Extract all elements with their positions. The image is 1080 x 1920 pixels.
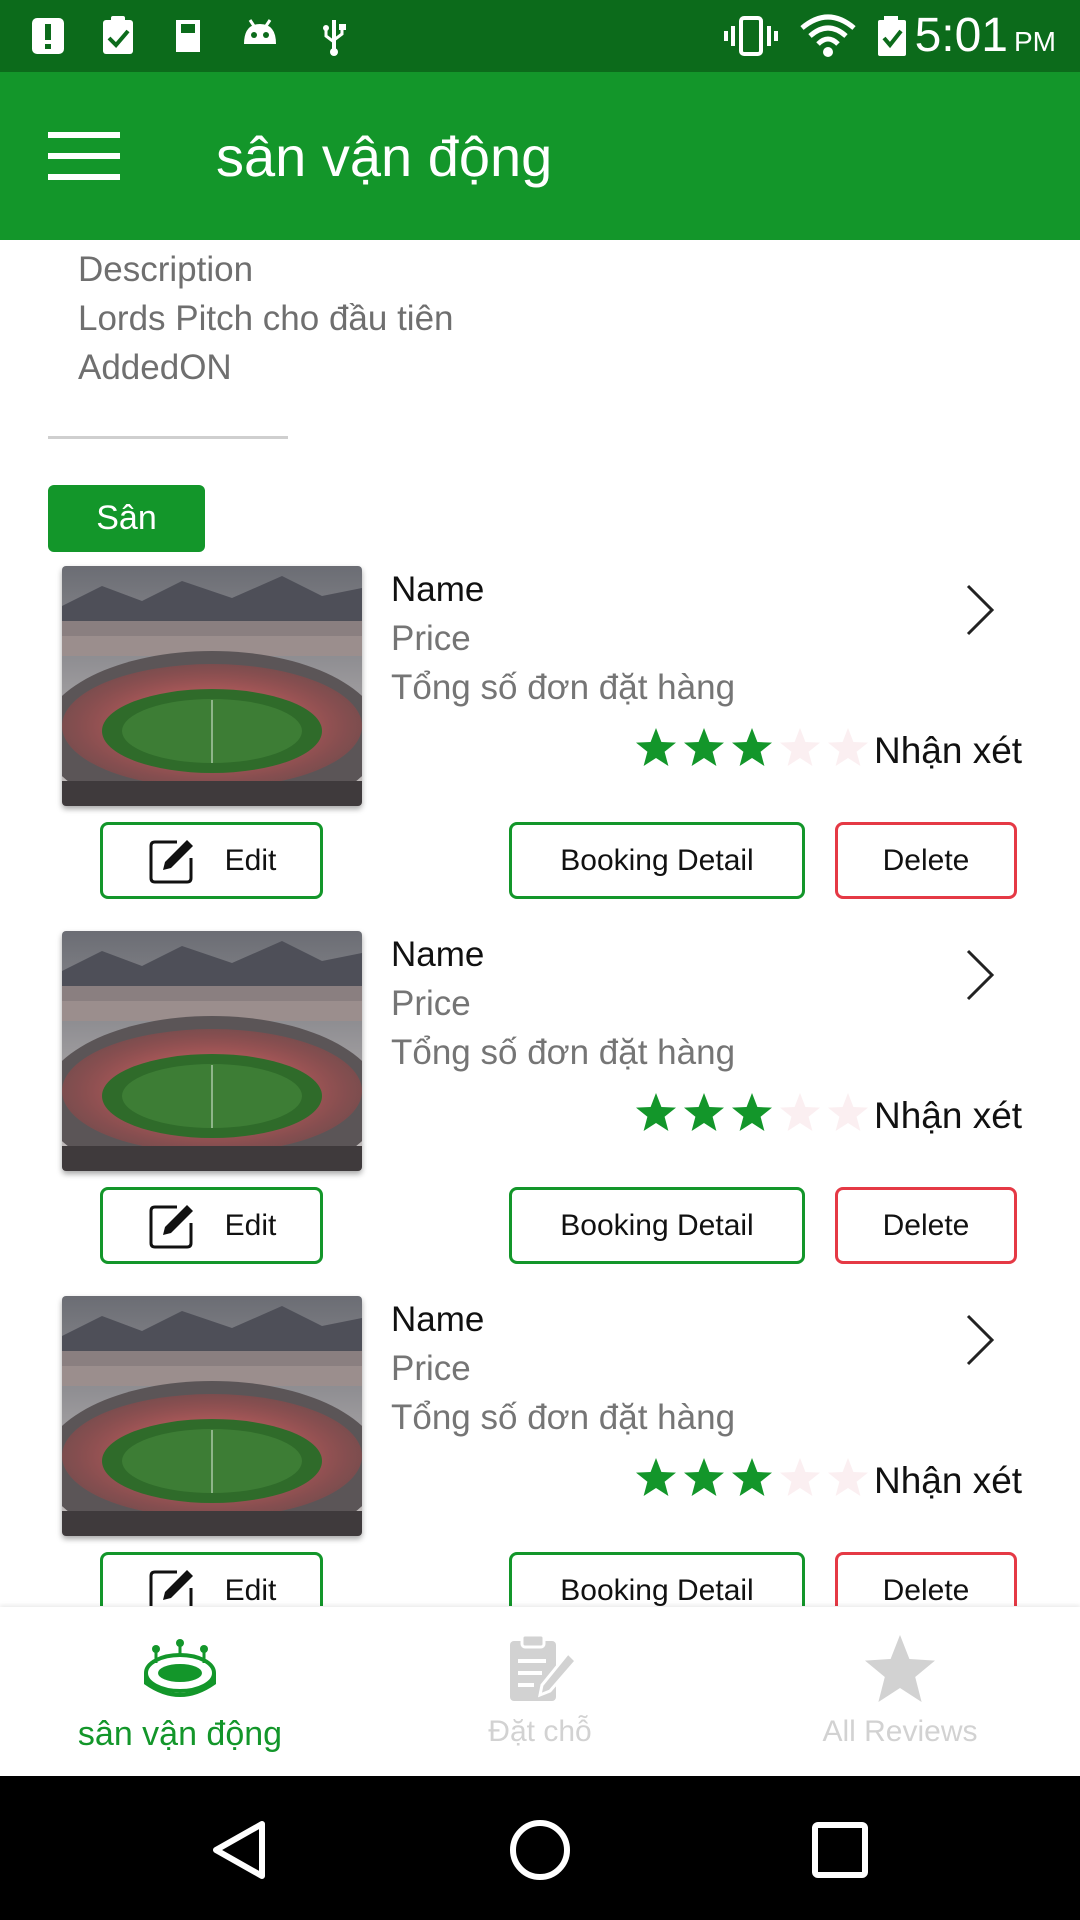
rating-star-icon <box>684 728 724 766</box>
divider <box>48 436 288 439</box>
rating-star-icon <box>636 728 676 766</box>
star-icon <box>865 1635 935 1702</box>
stadium-photo <box>62 566 362 806</box>
edit-button[interactable]: Edit <box>100 1187 323 1264</box>
stadium-price: Price <box>391 619 471 658</box>
rating-star-icon <box>780 728 820 766</box>
nav-item-booking[interactable]: Đặt chỗ <box>360 1607 720 1776</box>
nav-label: Đặt chỗ <box>488 1715 592 1748</box>
edit-icon <box>149 839 193 883</box>
system-navigation-bar <box>0 1776 1080 1920</box>
edit-button[interactable]: Edit <box>100 822 323 899</box>
rating-star-icon <box>780 1093 820 1131</box>
stadium-card[interactable]: Name Price Tổng số đơn đặt hàng Nhận xét Edi… <box>0 925 1080 1288</box>
stadium-name: Name <box>391 570 485 609</box>
stadium-name: Name <box>391 1300 485 1339</box>
bottom-navigation: sân vận động Đặt chỗ All Reviews <box>0 1607 1080 1776</box>
stadium-thumbnail[interactable] <box>62 566 362 806</box>
nav-item-stadium[interactable]: sân vận động <box>0 1607 360 1776</box>
edit-label: Edit <box>224 843 277 877</box>
clock: 5:01 PM <box>914 9 1056 62</box>
rating-stars <box>634 726 870 772</box>
sd-card-icon <box>176 20 200 52</box>
stadium-icon <box>144 1639 216 1697</box>
chevron-right-icon[interactable] <box>958 945 1002 1005</box>
rating-star-icon <box>684 1093 724 1131</box>
rating-star-icon <box>780 1458 820 1496</box>
recents-icon[interactable] <box>800 1810 880 1890</box>
stadium-thumbnail[interactable] <box>62 931 362 1171</box>
booking-detail-button[interactable]: Booking Detail <box>509 1552 805 1606</box>
edit-label: Edit <box>224 1573 277 1607</box>
booking-clipboard-icon <box>510 1633 578 1701</box>
stadium-name: Name <box>391 935 485 974</box>
stadium-photo <box>62 1296 362 1536</box>
total-orders-label: Tổng số đơn đặt hàng <box>391 1398 736 1437</box>
review-label[interactable]: Nhận xét <box>874 1095 1022 1137</box>
nav-label: All Reviews <box>822 1715 978 1748</box>
rating-stars <box>634 1456 870 1502</box>
home-icon[interactable] <box>500 1810 580 1890</box>
battery-icon <box>878 16 906 56</box>
total-orders-label: Tổng số đơn đặt hàng <box>391 668 736 707</box>
total-orders-label: Tổng số đơn đặt hàng <box>391 1033 736 1072</box>
menu-icon[interactable] <box>40 124 120 188</box>
screen: 5:01 PM sân vận động Description Lords Pi… <box>0 0 1080 1920</box>
booking-detail-button[interactable]: Booking Detail <box>509 822 805 899</box>
delete-button[interactable]: Delete <box>835 1552 1017 1606</box>
rating-star-icon <box>636 1093 676 1131</box>
nav-item-reviews[interactable]: All Reviews <box>720 1607 1080 1776</box>
rating-star-icon <box>732 1093 772 1131</box>
rating-star-icon <box>636 1458 676 1496</box>
rating-stars <box>634 1091 870 1137</box>
rating-star-icon <box>732 728 772 766</box>
status-bar: 5:01 PM <box>0 0 1080 72</box>
task-notification-icon <box>103 16 133 54</box>
wifi-icon <box>800 14 856 57</box>
review-label[interactable]: Nhận xét <box>874 1460 1022 1502</box>
description-block: Description Lords Pitch cho đầu tiên Add… <box>78 245 454 392</box>
rating-star-icon <box>828 1458 868 1496</box>
edit-icon <box>149 1204 193 1248</box>
chevron-right-icon[interactable] <box>958 1310 1002 1370</box>
page-title: sân vận động <box>216 125 553 188</box>
section-chip[interactable]: Sân <box>48 485 205 552</box>
android-debug-icon <box>244 19 276 44</box>
vibrate-icon <box>724 16 778 56</box>
stadium-price: Price <box>391 984 471 1023</box>
stadium-price: Price <box>391 1349 471 1388</box>
stadium-card[interactable]: Name Price Tổng số đơn đặt hàng Nhận xét Edi… <box>0 560 1080 923</box>
edit-button[interactable]: Edit <box>100 1552 323 1606</box>
rating-star-icon <box>828 728 868 766</box>
app-bar: sân vận động <box>0 72 1080 240</box>
alert-notification-icon <box>32 18 64 54</box>
description-text: Lords Pitch cho đầu tiên <box>78 299 454 338</box>
review-label[interactable]: Nhận xét <box>874 730 1022 772</box>
stadium-photo <box>62 931 362 1171</box>
stadium-thumbnail[interactable] <box>62 1296 362 1536</box>
back-icon[interactable] <box>200 1810 280 1890</box>
rating-star-icon <box>732 1458 772 1496</box>
booking-detail-button[interactable]: Booking Detail <box>509 1187 805 1264</box>
nav-label: sân vận động <box>77 1715 283 1753</box>
chevron-right-icon[interactable] <box>958 580 1002 640</box>
description-label: Description <box>78 250 254 289</box>
stadium-card[interactable]: Name Price Tổng số đơn đặt hàng Nhận xét Edi… <box>0 1290 1080 1606</box>
usb-icon <box>323 20 346 56</box>
edit-icon <box>149 1569 193 1606</box>
delete-button[interactable]: Delete <box>835 822 1017 899</box>
rating-star-icon <box>684 1458 724 1496</box>
stadium-list[interactable]: Name Price Tổng số đơn đặt hàng Nhận xét Edi… <box>0 560 1080 1606</box>
delete-button[interactable]: Delete <box>835 1187 1017 1264</box>
rating-star-icon <box>828 1093 868 1131</box>
added-on-label: AddedON <box>78 348 232 387</box>
edit-label: Edit <box>224 1208 277 1242</box>
